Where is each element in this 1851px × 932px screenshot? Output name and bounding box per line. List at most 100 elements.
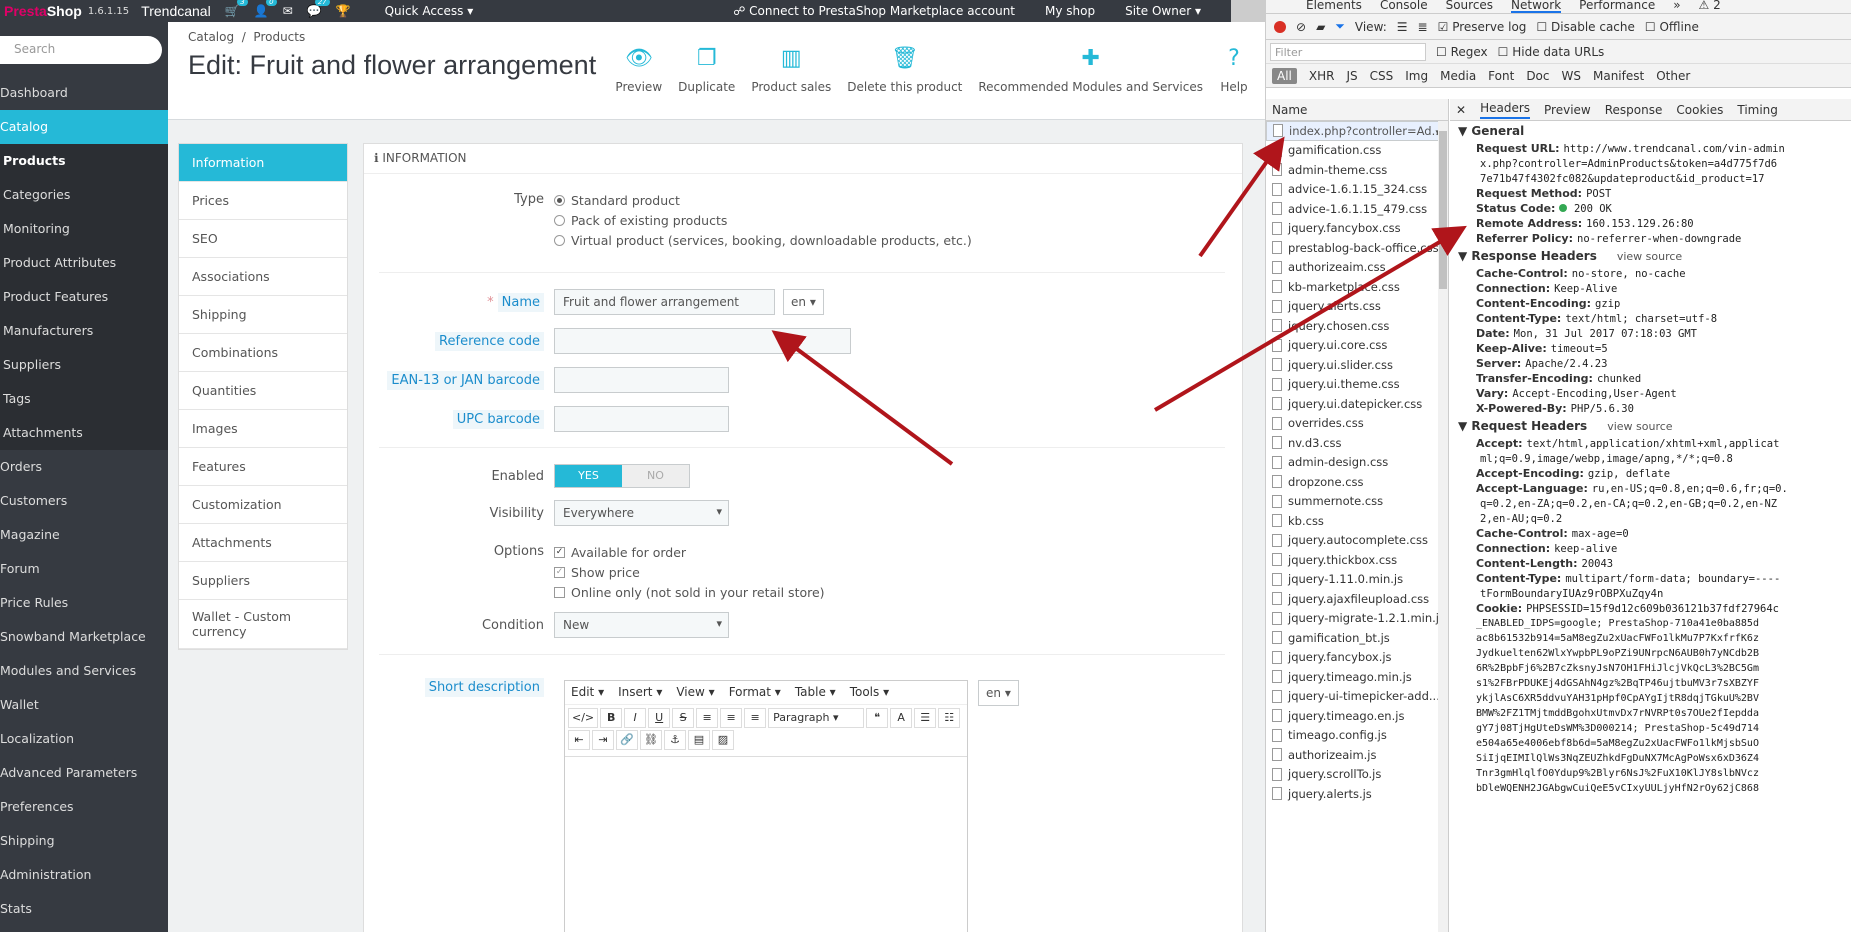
- sidebar-item-product-features[interactable]: Product Features: [0, 280, 168, 314]
- upc-input[interactable]: [554, 406, 729, 432]
- request-list-scrollbar[interactable]: [1438, 121, 1448, 932]
- name-input[interactable]: Fruit and flower arrangement: [554, 289, 775, 315]
- align-center-icon[interactable]: ≡: [720, 708, 743, 728]
- type-virtual-radio[interactable]: Virtual product (services, booking, down…: [554, 230, 972, 250]
- reference-input[interactable]: [554, 328, 851, 354]
- request-row[interactable]: gamification_bt.js: [1266, 628, 1448, 648]
- preserve-log-checkbox[interactable]: ☑ Preserve log: [1438, 20, 1527, 34]
- tab-elements[interactable]: Elements: [1306, 0, 1362, 13]
- align-left-icon[interactable]: ≡: [696, 708, 719, 728]
- align-right-icon[interactable]: ≡: [744, 708, 767, 728]
- prestashop-logo[interactable]: PrestaShop: [0, 3, 82, 19]
- sidebar-item-forum[interactable]: Forum: [0, 552, 168, 586]
- sidebar-item-tags[interactable]: Tags: [0, 382, 168, 416]
- request-row[interactable]: nv.d3.css: [1266, 433, 1448, 453]
- request-row[interactable]: jquery.ui.datepicker.css: [1266, 394, 1448, 414]
- show-price-checkbox[interactable]: ✓ Show price: [554, 562, 825, 582]
- description-language-select[interactable]: en ▾: [978, 680, 1019, 706]
- request-row[interactable]: jquery.timeago.en.js: [1266, 706, 1448, 726]
- record-icon[interactable]: [1274, 20, 1286, 33]
- request-row[interactable]: dropzone.css: [1266, 472, 1448, 492]
- sidebar-item-administration[interactable]: Administration: [0, 858, 168, 892]
- request-row[interactable]: jquery.autocomplete.css: [1266, 531, 1448, 551]
- user-icon[interactable]: 👤 0: [254, 0, 277, 18]
- request-row[interactable]: jquery.timeago.min.js: [1266, 667, 1448, 687]
- ean-input[interactable]: [554, 367, 729, 393]
- editor-text-area[interactable]: [565, 756, 967, 932]
- request-row[interactable]: overrides.css: [1266, 414, 1448, 434]
- tab-combinations[interactable]: Combinations: [179, 334, 347, 372]
- available-for-order-checkbox[interactable]: ✓ Available for order: [554, 542, 825, 562]
- network-filter-input[interactable]: Filter: [1270, 42, 1426, 61]
- offline-checkbox[interactable]: ☐ Offline: [1645, 20, 1699, 34]
- type-filter-media[interactable]: Media: [1440, 69, 1476, 83]
- request-row[interactable]: admin-design.css: [1266, 453, 1448, 473]
- delete-product-button[interactable]: 🗑 Delete this product: [839, 44, 970, 94]
- request-row[interactable]: jquery.fancybox.js: [1266, 648, 1448, 668]
- request-row[interactable]: gamification.css: [1266, 141, 1448, 161]
- online-only-checkbox[interactable]: Online only (not sold in your retail sto…: [554, 582, 825, 602]
- type-filter-other[interactable]: Other: [1656, 69, 1690, 83]
- mail-icon[interactable]: ✉: [283, 4, 293, 18]
- type-filter-img[interactable]: Img: [1405, 69, 1428, 83]
- enabled-no[interactable]: NO: [622, 465, 689, 487]
- store-name[interactable]: Trendcanal: [141, 3, 211, 19]
- type-filter-xhr[interactable]: XHR: [1309, 69, 1335, 83]
- type-pack-radio[interactable]: Pack of existing products: [554, 210, 972, 230]
- sidebar-item-magazine[interactable]: Magazine: [0, 518, 168, 552]
- request-row[interactable]: prestablog-back-office.css: [1266, 238, 1448, 258]
- name-language-select[interactable]: en ▾: [783, 289, 824, 315]
- sidebar-item-suppliers[interactable]: Suppliers: [0, 348, 168, 382]
- sidebar-item-products[interactable]: Products: [0, 144, 168, 178]
- sidebar-item-preferences[interactable]: Preferences: [0, 790, 168, 824]
- regex-checkbox[interactable]: ☐ Regex: [1436, 45, 1488, 59]
- sidebar-item-dashboard[interactable]: Dashboard: [0, 76, 168, 110]
- duplicate-button[interactable]: ❐ Duplicate: [670, 44, 743, 94]
- numbered-list-icon[interactable]: ☷: [938, 708, 961, 728]
- type-filter-js[interactable]: JS: [1346, 69, 1357, 83]
- tab-associations[interactable]: Associations: [179, 258, 347, 296]
- list-view-icon[interactable]: ☰: [1397, 20, 1408, 34]
- editor-menu-edit[interactable]: Edit ▾: [571, 685, 604, 700]
- request-row[interactable]: index.php?controller=Ad...: [1266, 121, 1448, 141]
- request-row[interactable]: jquery.chosen.css: [1266, 316, 1448, 336]
- warning-icon[interactable]: ⚠ 2: [1699, 0, 1721, 13]
- tab-information[interactable]: Information: [179, 144, 347, 182]
- general-section-title[interactable]: ▼ General: [1450, 121, 1851, 141]
- comment-icon[interactable]: 💬 27: [307, 0, 330, 18]
- my-shop-link[interactable]: My shop: [1045, 4, 1095, 18]
- request-row[interactable]: kb-marketplace.css: [1266, 277, 1448, 297]
- condition-select[interactable]: New: [554, 612, 729, 638]
- site-owner-menu[interactable]: Site Owner ▾: [1125, 4, 1201, 18]
- request-row[interactable]: jquery.ui.theme.css: [1266, 375, 1448, 395]
- request-row[interactable]: jquery.alerts.js: [1266, 784, 1448, 804]
- sidebar-item-catalog[interactable]: Catalog: [0, 110, 168, 144]
- sidebar-item-snowband-marketplace[interactable]: Snowband Marketplace: [0, 620, 168, 654]
- tab-console[interactable]: Console: [1380, 0, 1428, 13]
- request-row[interactable]: advice-1.6.1.15_479.css: [1266, 199, 1448, 219]
- tab-seo[interactable]: SEO: [179, 220, 347, 258]
- sidebar-item-modules-and-services[interactable]: Modules and Services: [0, 654, 168, 688]
- tab-network[interactable]: Network: [1511, 0, 1562, 13]
- request-row[interactable]: jquery.ajaxfileupload.css: [1266, 589, 1448, 609]
- request-row[interactable]: jquery.alerts.css: [1266, 297, 1448, 317]
- tab-sources[interactable]: Sources: [1446, 0, 1493, 13]
- request-row[interactable]: authorizeaim.css: [1266, 258, 1448, 278]
- type-standard-radio[interactable]: Standard product: [554, 190, 972, 210]
- cart-icon[interactable]: 🛒 3: [225, 0, 248, 18]
- request-row[interactable]: jquery.scrollTo.js: [1266, 765, 1448, 785]
- request-row[interactable]: kb.css: [1266, 511, 1448, 531]
- editor-menu-tools[interactable]: Tools ▾: [850, 685, 889, 700]
- italic-icon[interactable]: I: [624, 708, 647, 728]
- type-filter-ws[interactable]: WS: [1562, 69, 1581, 83]
- source-code-icon[interactable]: </>: [568, 708, 599, 728]
- request-row[interactable]: jquery.thickbox.css: [1266, 550, 1448, 570]
- hide-data-urls-checkbox[interactable]: ☐ Hide data URLs: [1498, 45, 1605, 59]
- indent-icon[interactable]: ⇥: [592, 730, 614, 750]
- request-row[interactable]: jquery.fancybox.css: [1266, 219, 1448, 239]
- recommended-modules-button[interactable]: ✚ Recommended Modules and Services: [970, 44, 1211, 94]
- type-filter-font[interactable]: Font: [1488, 69, 1514, 83]
- camera-icon[interactable]: ▰: [1316, 20, 1325, 34]
- request-row[interactable]: authorizeaim.js: [1266, 745, 1448, 765]
- product-sales-button[interactable]: ▥ Product sales: [743, 44, 839, 94]
